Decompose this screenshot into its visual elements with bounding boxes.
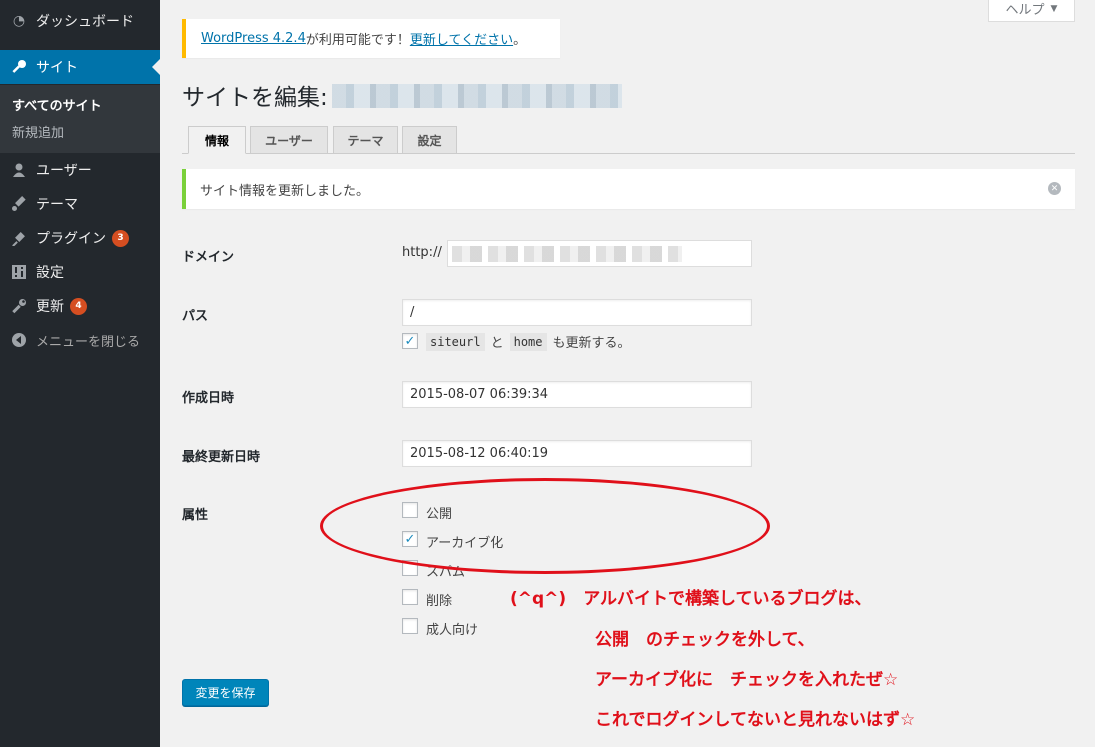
- submenu-all-sites[interactable]: すべてのサイト: [12, 95, 102, 114]
- paintbrush-icon: [10, 195, 28, 213]
- settings-icon: [10, 263, 28, 281]
- menu-item-sites[interactable]: サイト: [0, 50, 160, 84]
- updated-label: 最終更新日時: [182, 450, 261, 465]
- path-option-mid: と: [490, 336, 504, 351]
- annotation-line-1: (^q^) アルバイトで構築しているブログは、: [510, 589, 872, 609]
- menu-label: ユーザー: [36, 163, 92, 179]
- path-input[interactable]: /: [402, 299, 752, 326]
- key-icon: [10, 58, 28, 76]
- menu-item-updates[interactable]: 更新 4: [0, 289, 160, 323]
- annotation-line-4: これでログインしてないと見れないはず☆: [595, 710, 916, 730]
- tab-info[interactable]: 情報: [188, 126, 246, 154]
- update-nag: WordPress 4.2.4 が利用可能です！ 更新してください 。: [182, 19, 560, 58]
- success-notice: サイト情報を更新しました。 ✕: [182, 169, 1075, 209]
- tab-settings[interactable]: 設定: [402, 126, 457, 154]
- menu-item-plugins[interactable]: プラグイン 3: [0, 221, 160, 255]
- save-changes-button[interactable]: 変更を保存: [182, 679, 269, 706]
- sites-submenu: すべてのサイト 新規追加: [0, 85, 160, 153]
- submenu-add-new[interactable]: 新規追加: [12, 122, 64, 141]
- siteurl-code: siteurl: [426, 332, 485, 351]
- path-option-end: も更新する。: [552, 336, 631, 351]
- menu-label: テーマ: [36, 197, 78, 213]
- updated-date-input[interactable]: 2015-08-12 06:40:19: [402, 440, 752, 467]
- admin-sidebar: ◔ ダッシュボード サイト すべてのサイト 新規追加 ユーザー テーマ プラグイ…: [0, 0, 160, 747]
- path-label: パス: [182, 309, 209, 324]
- tab-themes[interactable]: テーマ: [333, 126, 398, 154]
- plugins-count-badge: 3: [112, 229, 129, 247]
- user-icon: [10, 161, 28, 179]
- deleted-checkbox[interactable]: [402, 589, 418, 605]
- updates-count-badge: 4: [70, 297, 87, 315]
- annotation-line-2: 公開 のチェックを外して、: [595, 630, 815, 650]
- plugin-icon: [10, 229, 28, 247]
- menu-item-themes[interactable]: テーマ: [0, 187, 160, 221]
- update-urls-checkbox[interactable]: ✓: [402, 333, 418, 349]
- collapse-menu-button[interactable]: メニューを閉じる: [0, 323, 160, 357]
- menu-label: メニューを閉じる: [36, 334, 141, 350]
- created-date-input[interactable]: 2015-08-07 06:39:34: [402, 381, 752, 408]
- menu-item-settings[interactable]: 設定: [0, 255, 160, 289]
- created-label: 作成日時: [182, 391, 235, 406]
- annotation-ellipse: [320, 478, 770, 574]
- notice-message: サイト情報を更新しました。: [200, 183, 370, 199]
- dashboard-icon: ◔: [12, 13, 26, 29]
- collapse-icon: [10, 331, 28, 349]
- chevron-down-icon: ▼: [1050, 3, 1058, 14]
- tab-users[interactable]: ユーザー: [250, 126, 328, 154]
- site-edit-tabs: 情報 ユーザー テーマ 設定: [182, 126, 1075, 154]
- menu-item-dashboard[interactable]: ◔ ダッシュボード: [0, 4, 160, 38]
- blurred-site-name: [332, 84, 622, 108]
- help-tab-button[interactable]: ヘルプ ▼: [988, 0, 1075, 22]
- domain-label: ドメイン: [182, 250, 235, 265]
- help-label: ヘルプ: [1005, 3, 1045, 18]
- home-code: home: [509, 332, 547, 351]
- mature-label: 成人向け: [426, 623, 479, 638]
- menu-item-users[interactable]: ユーザー: [0, 153, 160, 187]
- attributes-label: 属性: [182, 508, 209, 523]
- menu-label: サイト: [36, 60, 78, 76]
- wrench-icon: [10, 297, 28, 315]
- update-now-link[interactable]: 更新してください: [410, 29, 513, 48]
- dismiss-icon[interactable]: ✕: [1048, 182, 1061, 195]
- mature-checkbox[interactable]: [402, 618, 418, 634]
- page-title: サイトを編集:: [182, 85, 328, 111]
- annotation-line-3: アーカイブ化に チェックを入れたぜ☆: [595, 670, 899, 690]
- blurred-domain: [452, 246, 682, 262]
- menu-label: プラグイン: [36, 231, 106, 247]
- domain-prefix: http://: [402, 245, 442, 260]
- deleted-label: 削除: [426, 594, 453, 609]
- menu-label: 更新: [36, 299, 64, 315]
- wordpress-version-link[interactable]: WordPress 4.2.4: [201, 31, 306, 46]
- menu-label: 設定: [36, 265, 64, 281]
- update-nag-end: 。: [513, 33, 527, 48]
- menu-label: ダッシュボード: [36, 14, 134, 30]
- path-option-label: siteurl と home も更新する。: [426, 332, 631, 351]
- update-nag-text: が利用可能です！: [305, 33, 410, 48]
